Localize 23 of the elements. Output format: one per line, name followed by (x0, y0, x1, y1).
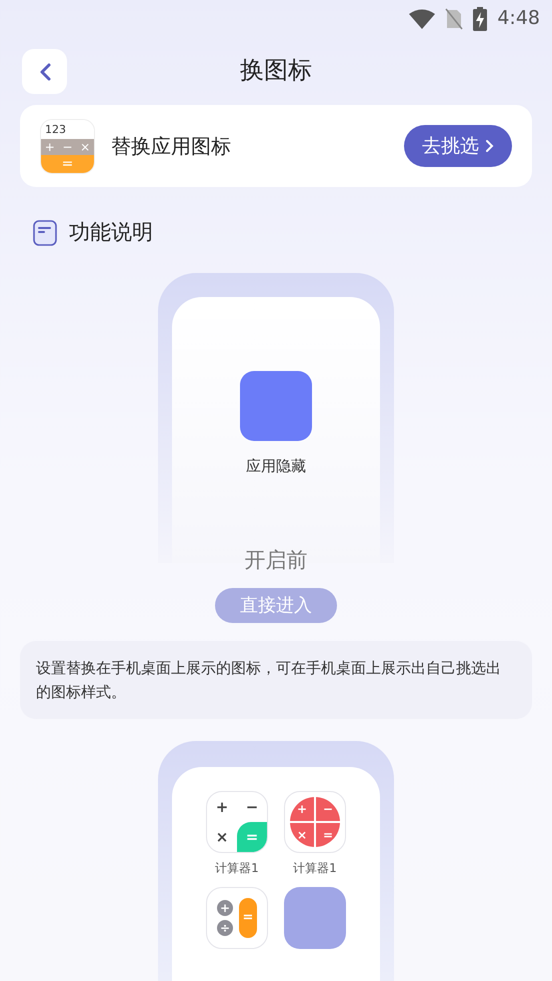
caption: 开启前 (244, 546, 308, 574)
section-title: 功能说明 (69, 219, 153, 246)
page-title: 换图标 (240, 55, 312, 86)
app-label: 计算器1 (215, 860, 259, 877)
description-text: 设置替换在手机桌面上展示的图标，可在手机桌面上展示出自己挑选出的图标样式。 (36, 658, 502, 703)
no-sim-icon (445, 8, 464, 30)
calculator-icon[interactable]: + ÷ = (206, 887, 268, 949)
calculator-icon[interactable]: + − × = (284, 791, 346, 853)
app-icon (240, 370, 312, 440)
app-label: 计算器1 (293, 860, 337, 877)
chevron-left-icon (38, 62, 52, 82)
document-icon (33, 220, 57, 246)
wifi-icon (409, 8, 436, 28)
battery-charging-icon (473, 6, 488, 30)
status-time: 4:48 (497, 6, 540, 32)
enter-button[interactable]: 直接进入 (215, 588, 337, 623)
app-label: 应用隐藏 (246, 456, 306, 476)
chevron-right-icon (485, 139, 494, 154)
calculator-icon[interactable]: + − × = (206, 791, 268, 853)
pick-button[interactable]: 去挑选 (404, 125, 512, 168)
back-button[interactable] (22, 49, 67, 94)
calculator-icon: 123 + − × = (40, 118, 95, 174)
card-title: 替换应用图标 (111, 133, 232, 160)
